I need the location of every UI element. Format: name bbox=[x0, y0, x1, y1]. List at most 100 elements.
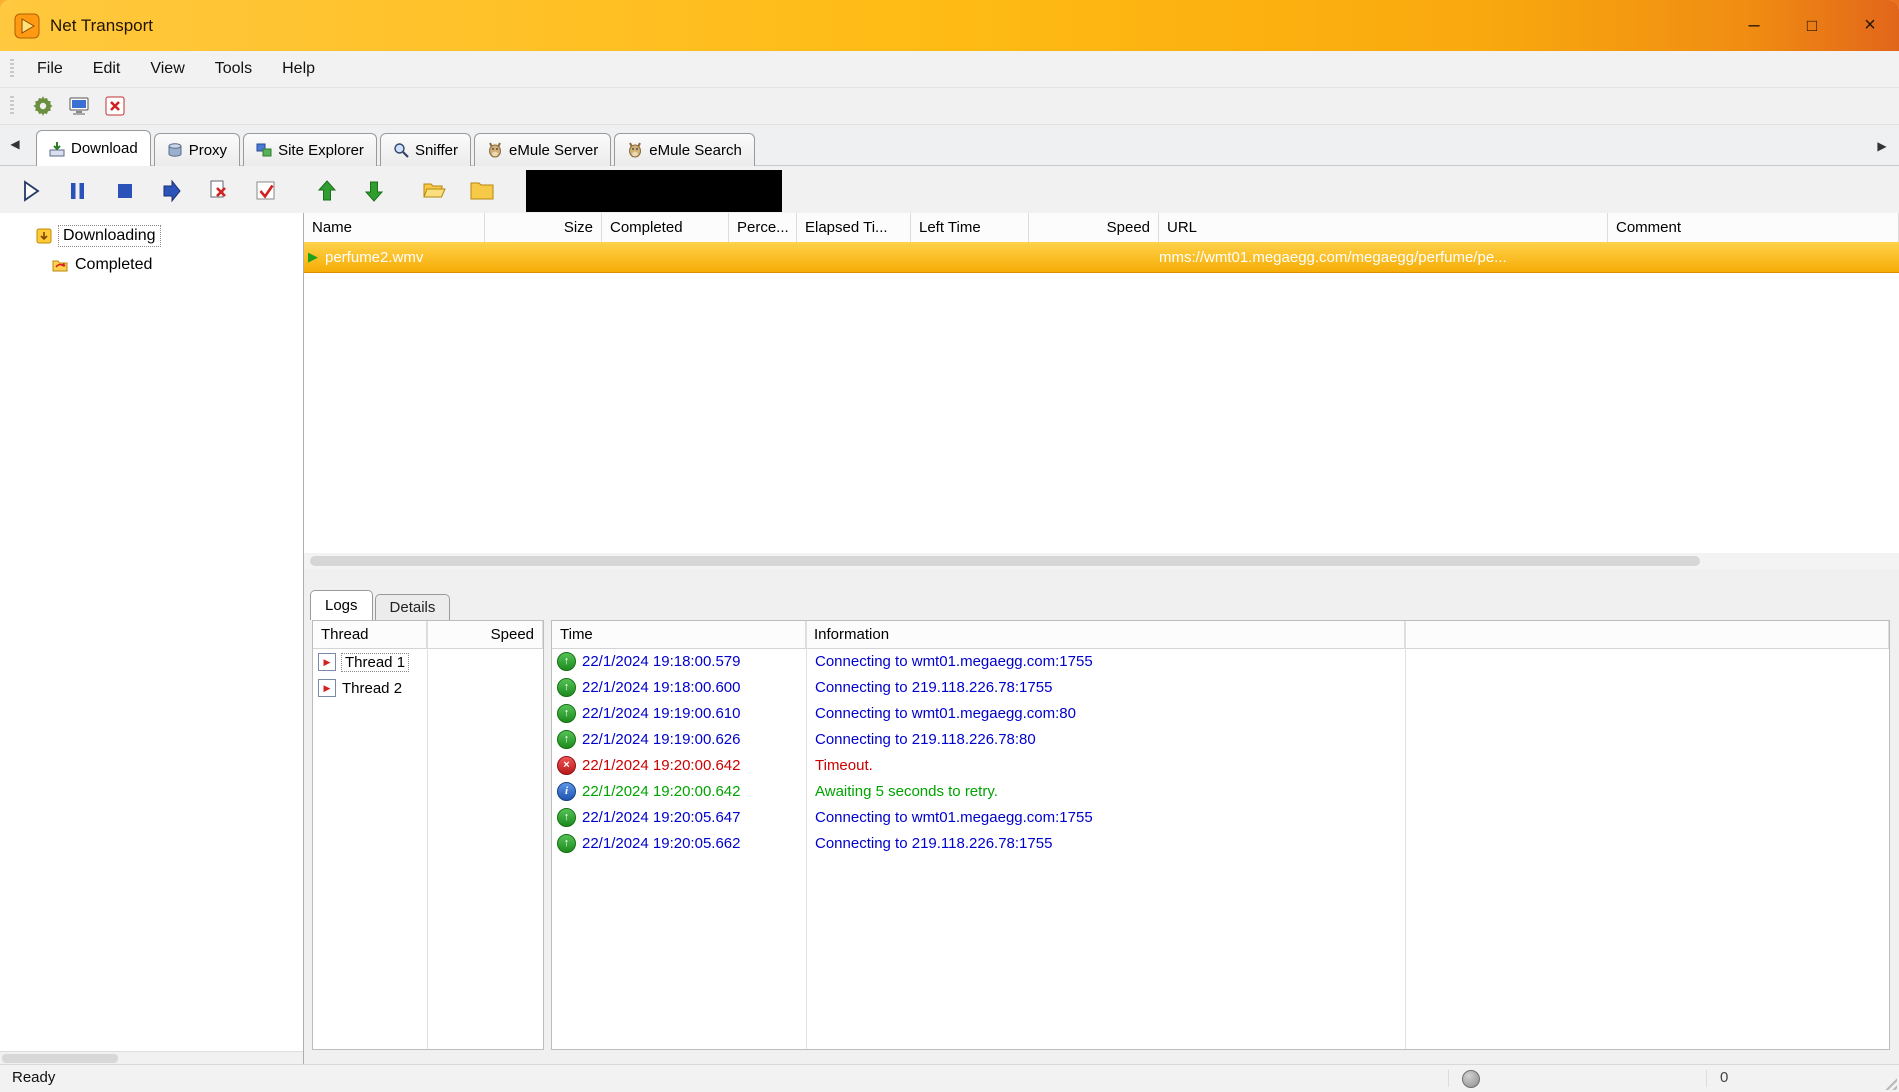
tab-details[interactable]: Details bbox=[374, 594, 451, 620]
start-button[interactable] bbox=[12, 172, 50, 210]
log-row[interactable]: 22/1/2024 19:20:05.662 Connecting to 219… bbox=[552, 830, 1889, 856]
log-row[interactable]: 22/1/2024 19:19:00.626 Connecting to 219… bbox=[552, 726, 1889, 752]
column-elapsed[interactable]: Elapsed Ti... bbox=[797, 213, 911, 242]
log-time: 22/1/2024 19:20:00.642 bbox=[582, 782, 741, 800]
category-tree-panel: Downloading Completed bbox=[0, 213, 304, 1065]
app-icon bbox=[14, 13, 40, 38]
column-left-time[interactable]: Left Time bbox=[911, 213, 1029, 242]
active-download-icon: ▶ bbox=[308, 249, 318, 264]
column-name[interactable]: Name bbox=[304, 213, 485, 242]
open-folder-button[interactable] bbox=[416, 172, 454, 210]
log-time: 22/1/2024 19:19:00.610 bbox=[582, 704, 741, 722]
status-indicator bbox=[1462, 1070, 1480, 1088]
tab-proxy[interactable]: Proxy bbox=[153, 133, 241, 166]
status-text: Ready bbox=[12, 1069, 56, 1086]
tab-logs[interactable]: Logs bbox=[310, 590, 373, 620]
logs-table: Time Information 22/1/2024 19:18:00.579 … bbox=[551, 620, 1890, 1050]
window-title: Net Transport bbox=[50, 15, 153, 35]
pause-icon bbox=[71, 183, 84, 199]
column-comment[interactable]: Comment bbox=[1608, 213, 1899, 242]
log-row[interactable]: 22/1/2024 19:18:00.600 Connecting to 219… bbox=[552, 674, 1889, 700]
browse-folder-button[interactable] bbox=[463, 172, 501, 210]
window-controls: – □ × bbox=[1725, 0, 1899, 51]
open-folder-icon bbox=[423, 183, 446, 198]
minimize-button[interactable]: – bbox=[1725, 0, 1783, 51]
transfer-info-button[interactable] bbox=[64, 91, 94, 121]
column-completed[interactable]: Completed bbox=[602, 213, 729, 242]
content-area: Downloading Completed Name Size Complete… bbox=[0, 213, 1899, 1065]
down-arrow-icon bbox=[364, 181, 384, 202]
log-status-icon bbox=[557, 703, 576, 723]
tree-horizontal-scrollbar[interactable] bbox=[0, 1051, 303, 1065]
resize-grip-icon[interactable] bbox=[1882, 1075, 1897, 1090]
maximize-button[interactable]: □ bbox=[1783, 0, 1841, 51]
log-info: Connecting to wmt01.megaegg.com:1755 bbox=[815, 808, 1093, 826]
exit-button[interactable] bbox=[100, 91, 130, 121]
app-window: Net Transport – □ × File Edit View Tools… bbox=[0, 0, 1899, 1092]
site-explorer-tab-icon bbox=[256, 142, 272, 158]
log-row[interactable]: 22/1/2024 19:20:00.642 Timeout. bbox=[552, 752, 1889, 778]
menu-edit[interactable]: Edit bbox=[78, 51, 136, 87]
downloading-icon bbox=[36, 228, 52, 244]
delete-button[interactable] bbox=[200, 172, 238, 210]
tab-scroll-left-button[interactable]: ◀ bbox=[6, 137, 24, 151]
tab-sniffer[interactable]: Sniffer bbox=[379, 133, 472, 166]
tab-label: Sniffer bbox=[414, 141, 459, 159]
tree-item-downloading[interactable]: Downloading bbox=[36, 224, 161, 248]
thread-row[interactable]: Thread 1 bbox=[313, 649, 543, 675]
log-row[interactable]: 22/1/2024 19:20:05.647 Connecting to wmt… bbox=[552, 804, 1889, 830]
tree-item-label: Completed bbox=[75, 256, 153, 273]
menu-view[interactable]: View bbox=[135, 51, 199, 87]
scrollbar-thumb[interactable] bbox=[2, 1054, 118, 1063]
column-thread[interactable]: Thread bbox=[313, 621, 427, 648]
column-percent[interactable]: Perce... bbox=[729, 213, 797, 242]
thread-row[interactable]: Thread 2 bbox=[313, 675, 543, 701]
downloads-horizontal-scrollbar[interactable] bbox=[304, 553, 1899, 570]
maximize-icon: □ bbox=[1806, 15, 1818, 35]
column-speed[interactable]: Speed bbox=[427, 621, 543, 648]
tree-item-completed[interactable]: Completed bbox=[52, 253, 152, 277]
tab-scroll-right-button[interactable]: ▶ bbox=[1873, 139, 1891, 153]
tab-label: eMule Search bbox=[649, 141, 742, 159]
log-status-icon bbox=[557, 651, 576, 671]
log-info: Timeout. bbox=[815, 756, 873, 774]
thread-icon bbox=[318, 653, 336, 671]
tab-emule-server[interactable]: eMule Server bbox=[474, 133, 612, 166]
sniffer-tab-icon bbox=[393, 142, 409, 158]
tab-emule-search[interactable]: eMule Search bbox=[614, 133, 755, 166]
settings-button[interactable] bbox=[28, 91, 58, 121]
tab-download[interactable]: Download bbox=[36, 130, 151, 166]
censored-input[interactable] bbox=[526, 170, 782, 212]
column-time[interactable]: Time bbox=[552, 621, 806, 648]
tab-site-explorer[interactable]: Site Explorer bbox=[243, 133, 377, 166]
stop-button[interactable] bbox=[106, 172, 144, 210]
check-button[interactable] bbox=[247, 172, 285, 210]
tab-label: Download bbox=[71, 140, 138, 157]
log-row[interactable]: 22/1/2024 19:20:00.642 Awaiting 5 second… bbox=[552, 778, 1889, 804]
column-empty[interactable] bbox=[1405, 621, 1889, 648]
redownload-button[interactable] bbox=[153, 172, 191, 210]
completed-icon bbox=[52, 260, 68, 272]
download-row[interactable]: ▶ perfume2.wmv mms://wmt01.megaegg.com/m… bbox=[304, 242, 1899, 273]
menu-help[interactable]: Help bbox=[267, 51, 330, 87]
pause-button[interactable] bbox=[59, 172, 97, 210]
move-up-button[interactable] bbox=[308, 172, 346, 210]
log-row[interactable]: 22/1/2024 19:18:00.579 Connecting to wmt… bbox=[552, 648, 1889, 674]
titlebar[interactable]: Net Transport – □ × bbox=[0, 0, 1899, 51]
column-url[interactable]: URL bbox=[1159, 213, 1608, 242]
menu-tools[interactable]: Tools bbox=[200, 51, 267, 87]
column-speed[interactable]: Speed bbox=[1029, 213, 1159, 242]
log-info: Connecting to wmt01.megaegg.com:1755 bbox=[815, 652, 1093, 670]
close-button[interactable]: × bbox=[1841, 0, 1899, 51]
log-time: 22/1/2024 19:18:00.579 bbox=[582, 652, 741, 670]
scrollbar-thumb[interactable] bbox=[310, 556, 1700, 566]
play-icon bbox=[24, 180, 40, 202]
column-size[interactable]: Size bbox=[485, 213, 602, 242]
downloads-list: Name Size Completed Perce... Elapsed Ti.… bbox=[304, 213, 1899, 553]
close-icon: × bbox=[1864, 14, 1876, 36]
download-panel: Name Size Completed Perce... Elapsed Ti.… bbox=[304, 213, 1899, 1065]
log-row[interactable]: 22/1/2024 19:19:00.610 Connecting to wmt… bbox=[552, 700, 1889, 726]
move-down-button[interactable] bbox=[355, 172, 393, 210]
menu-file[interactable]: File bbox=[22, 51, 78, 87]
column-information[interactable]: Information bbox=[806, 621, 1405, 648]
